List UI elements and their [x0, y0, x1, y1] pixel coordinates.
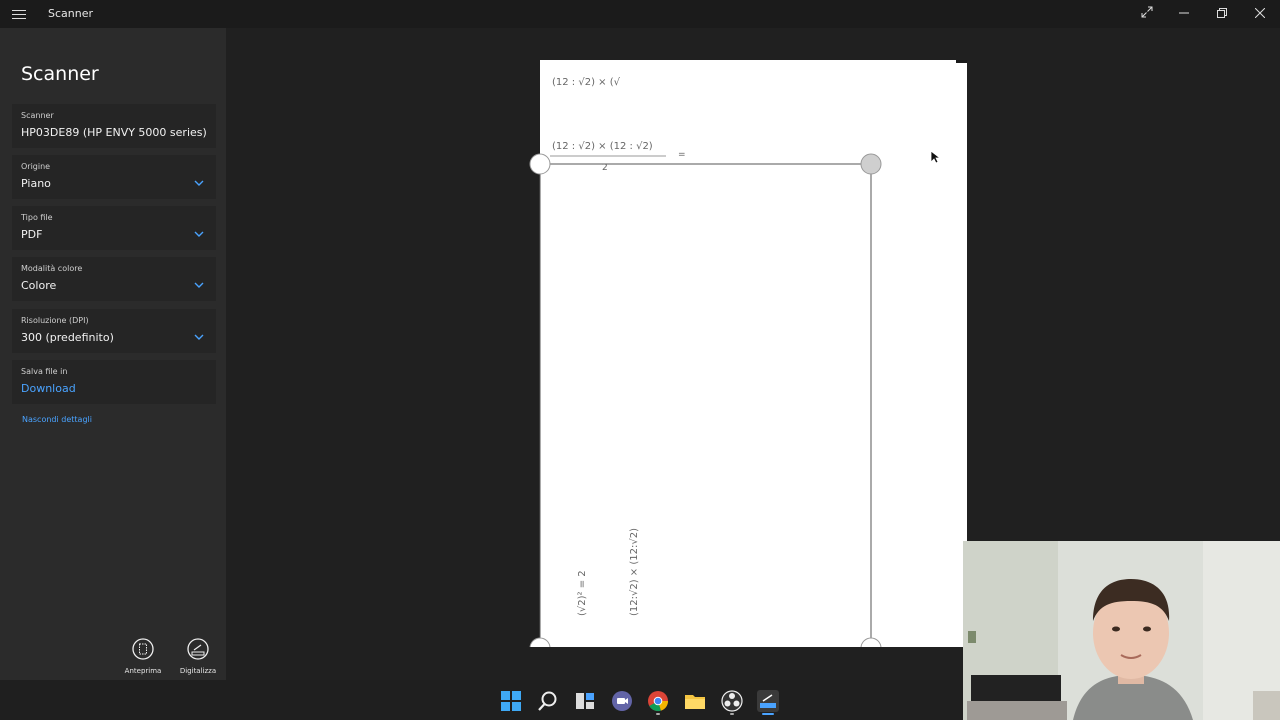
chevron-down-icon: [194, 180, 204, 186]
color-mode-value: Colore: [21, 279, 57, 292]
running-indicator: [656, 713, 660, 715]
restore-button[interactable]: [1210, 4, 1234, 24]
close-button[interactable]: [1248, 4, 1272, 24]
scanner-value: HP03DE89 (HP ENVY 5000 series): [21, 126, 207, 139]
active-indicator: [762, 713, 774, 715]
preview-button[interactable]: Anteprima: [121, 638, 165, 682]
fullscreen-icon[interactable]: [1135, 4, 1159, 24]
file-explorer-icon[interactable]: [684, 690, 706, 712]
page-title: Scanner: [21, 63, 99, 85]
resolution-value: 300 (predefinito): [21, 331, 114, 344]
obs-icon[interactable]: [721, 690, 743, 712]
color-mode-dropdown[interactable]: Modalità colore Colore: [12, 257, 216, 301]
search-icon[interactable]: [537, 690, 559, 712]
source-label: Origine: [21, 162, 51, 171]
file-type-dropdown[interactable]: Tipo file PDF: [12, 206, 216, 250]
scan-label: Digitalizza: [179, 667, 217, 675]
scanner-selector[interactable]: Scanner HP03DE89 (HP ENVY 5000 series): [12, 104, 216, 148]
file-type-value: PDF: [21, 228, 43, 241]
chrome-icon[interactable]: [647, 690, 669, 712]
hide-details-link[interactable]: Nascondi dettagli: [22, 415, 92, 424]
source-dropdown[interactable]: Origine Piano: [12, 155, 216, 199]
crop-handle-top-left: [529, 153, 551, 175]
minimize-button[interactable]: [1172, 4, 1196, 24]
scanner-app-icon[interactable]: [757, 690, 779, 712]
resolution-label: Risoluzione (DPI): [21, 316, 89, 325]
running-indicator: [730, 713, 734, 715]
preview-label: Anteprima: [124, 667, 162, 675]
scanner-label: Scanner: [21, 111, 54, 120]
webcam-overlay: [963, 541, 1280, 720]
teams-icon[interactable]: [611, 690, 633, 712]
save-location-field: Salva file in Download: [12, 360, 216, 404]
webcam-presenter-image: [963, 541, 1280, 720]
save-location-label: Salva file in: [21, 367, 68, 376]
task-view-icon[interactable]: [574, 690, 596, 712]
save-location-link[interactable]: Download: [21, 382, 76, 395]
source-value: Piano: [21, 177, 51, 190]
scan-icon: [187, 638, 209, 660]
resolution-dropdown[interactable]: Risoluzione (DPI) 300 (predefinito): [12, 309, 216, 353]
chevron-down-icon: [194, 282, 204, 288]
chevron-down-icon: [194, 231, 204, 237]
window-title: Scanner: [48, 7, 94, 20]
preview-icon: [132, 638, 154, 660]
crop-handle-top-right: [860, 153, 882, 175]
settings-sidebar: Scanner Scanner HP03DE89 (HP ENVY 5000 s…: [0, 28, 226, 680]
title-bar: Scanner: [0, 0, 1280, 28]
mouse-cursor-icon: [930, 150, 940, 164]
hamburger-menu-icon[interactable]: [12, 7, 26, 21]
file-type-label: Tipo file: [21, 213, 53, 222]
chevron-down-icon: [194, 334, 204, 340]
crop-frame: [539, 163, 872, 655]
scan-button[interactable]: Digitalizza: [176, 638, 220, 682]
windows-start-icon[interactable]: [500, 690, 522, 712]
color-mode-label: Modalità colore: [21, 264, 83, 273]
